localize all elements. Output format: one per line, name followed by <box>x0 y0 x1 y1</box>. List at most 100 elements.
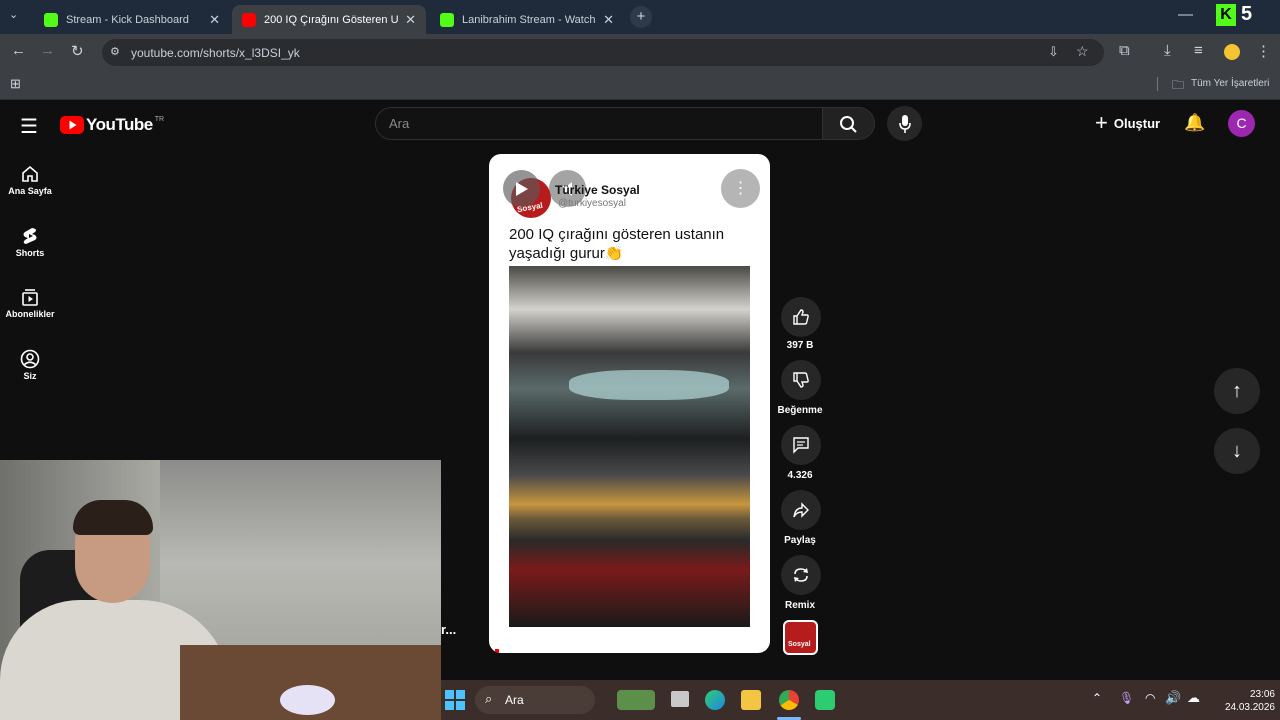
hamburger-menu-icon[interactable]: ☰ <box>20 114 38 139</box>
clock[interactable]: 23:06 24.03.2026 <box>1215 688 1275 714</box>
cloud-tray-icon[interactable]: ☁ <box>1187 690 1200 706</box>
taskbar-search-label: Ara <box>505 693 524 707</box>
share-button[interactable] <box>781 490 821 530</box>
notifications-bell-icon[interactable]: 🔔 <box>1184 113 1205 133</box>
channel-thumbnail[interactable]: Sosyal <box>783 620 818 655</box>
url-text[interactable]: youtube.com/shorts/x_l3DSI_yk <box>131 46 300 60</box>
mouse <box>280 685 335 715</box>
comment-count: 4.326 <box>787 470 813 481</box>
edge-icon[interactable] <box>705 690 725 710</box>
tab-search-icon[interactable]: ⌄ <box>9 8 18 21</box>
chrome-icon[interactable] <box>779 690 799 710</box>
extensions-icon[interactable]: ⧉ <box>1119 42 1130 59</box>
tab-lanibrahim-stream[interactable]: Lanibrahim Stream - Watch Live ✕ <box>430 5 624 34</box>
search-input[interactable]: Ara <box>375 107 823 140</box>
create-button[interactable]: + Oluştur <box>1095 112 1160 134</box>
previous-short-button[interactable]: ↑ <box>1214 368 1260 414</box>
sidebar-label: Shorts <box>15 248 45 258</box>
site-info-icon[interactable]: ⚙ <box>110 45 120 58</box>
sidebar-label: Ana Sayfa <box>8 186 52 196</box>
apps-grid-icon[interactable]: ⊞ <box>10 76 21 92</box>
subscriptions-icon <box>22 289 38 306</box>
search-icon <box>840 116 857 133</box>
region-code: TR <box>154 115 165 123</box>
home-icon <box>22 165 38 182</box>
arrow-up-icon: ↑ <box>1232 379 1242 402</box>
bookmark-star-icon[interactable]: ☆ <box>1076 43 1089 60</box>
search-icon: ⌕ <box>485 691 493 706</box>
widgets-icon[interactable] <box>617 690 655 710</box>
forward-icon[interactable]: → <box>40 42 55 59</box>
sidebar-label: Siz <box>23 371 37 381</box>
dislike-button[interactable] <box>781 360 821 400</box>
tray-chevron-icon[interactable]: ⌃ <box>1092 691 1102 705</box>
remix-label: Remix <box>784 600 815 611</box>
sidebar-item-you[interactable]: Siz <box>0 349 60 381</box>
microphone-icon <box>898 114 911 133</box>
progress-bar[interactable] <box>495 649 499 653</box>
taskbar-search[interactable]: ⌕ Ara <box>475 686 595 714</box>
thumbs-down-icon <box>793 372 809 388</box>
avatar[interactable]: C <box>1228 110 1255 137</box>
volume-tray-icon[interactable]: 🔊 <box>1165 690 1181 706</box>
truncated-title: r... <box>441 622 457 637</box>
account-icon <box>20 349 40 369</box>
windows-start-icon[interactable] <box>445 690 465 710</box>
folder-icon: 🗀 <box>1172 78 1185 92</box>
tab-kick-dashboard[interactable]: Stream - Kick Dashboard ✕ <box>34 5 230 34</box>
like-count: 397 B <box>786 340 814 351</box>
reload-icon[interactable]: ↻ <box>71 42 84 60</box>
youtube-logo[interactable]: YouTube TR <box>60 115 164 135</box>
video-caption: 200 IQ çırağını gösteren ustanın yaşadığ… <box>509 226 725 262</box>
channel-name[interactable]: Türkiye Sosyal <box>555 183 640 197</box>
all-bookmarks-link[interactable]: Tüm Yer İşaretleri <box>1191 78 1269 89</box>
sidebar-item-subscriptions[interactable]: Abonelikler <box>0 287 60 319</box>
search-button[interactable] <box>822 107 875 140</box>
minimize-icon[interactable]: — <box>1178 6 1193 23</box>
next-short-button[interactable]: ↓ <box>1214 428 1260 474</box>
short-video-player[interactable]: Sosyal Türkiye Sosyal @turkiyesosyal ⋮ 2… <box>489 154 770 653</box>
clock-date: 24.03.2026 <box>1224 702 1275 713</box>
back-icon[interactable]: ← <box>11 42 26 59</box>
sidebar-item-shorts[interactable]: Shorts <box>0 226 60 258</box>
menu-kebab-icon[interactable]: ⋮ <box>1256 42 1271 60</box>
new-tab-button[interactable]: + <box>630 6 652 28</box>
sidebar-item-home[interactable]: Ana Sayfa <box>0 164 60 196</box>
more-options-icon[interactable]: ⋮ <box>721 169 760 208</box>
thumbs-up-icon <box>793 309 809 325</box>
wifi-icon[interactable]: ◠ <box>1145 691 1155 705</box>
close-icon[interactable]: ✕ <box>603 12 614 28</box>
comment-icon <box>793 437 809 454</box>
play-button[interactable] <box>503 170 540 207</box>
arrow-down-icon: ↓ <box>1232 439 1242 462</box>
like-button[interactable] <box>781 297 821 337</box>
download-icon[interactable]: ⤓ <box>1164 42 1171 59</box>
clock-time: 23:06 <box>1249 689 1275 700</box>
play-icon <box>515 181 528 196</box>
webcam-overlay: r... <box>0 460 441 720</box>
kick-logo-icon: K <box>1216 4 1236 26</box>
media-control-icon[interactable]: ≡ <box>1194 42 1203 59</box>
task-view-icon[interactable] <box>671 691 689 707</box>
search-placeholder: Ara <box>389 116 410 131</box>
tab-title: 200 IQ Çırağını Gösteren Ustan <box>264 13 399 26</box>
remix-button[interactable] <box>781 555 821 595</box>
tab-youtube-short[interactable]: 200 IQ Çırağını Gösteren Ustan ✕ <box>232 5 426 34</box>
remix-icon <box>794 568 808 582</box>
close-icon[interactable]: ✕ <box>209 12 220 28</box>
comments-button[interactable] <box>781 425 821 465</box>
browser-tab-bar: ⌄ Stream - Kick Dashboard ✕ 200 IQ Çırağ… <box>0 0 1280 34</box>
omnibox[interactable]: ⚙ youtube.com/shorts/x_l3DSI_yk ⇩ ☆ <box>102 39 1104 66</box>
bookmarks-bar: ⊞ 🗀 Tüm Yer İşaretleri <box>0 70 1280 100</box>
mic-tray-icon[interactable]: 🎙 <box>1119 691 1134 705</box>
channel-handle: @turkiyesosyal <box>558 198 626 209</box>
video-frame[interactable] <box>509 266 750 627</box>
channel-thumb-text: Sosyal <box>788 641 811 648</box>
close-icon[interactable]: ✕ <box>405 12 416 28</box>
file-explorer-icon[interactable] <box>741 690 761 710</box>
profile-icon[interactable] <box>1224 44 1240 60</box>
app-icon[interactable] <box>815 690 835 710</box>
voice-search-button[interactable] <box>887 106 922 141</box>
install-app-icon[interactable]: ⇩ <box>1048 44 1059 60</box>
youtube-play-icon <box>60 116 84 134</box>
